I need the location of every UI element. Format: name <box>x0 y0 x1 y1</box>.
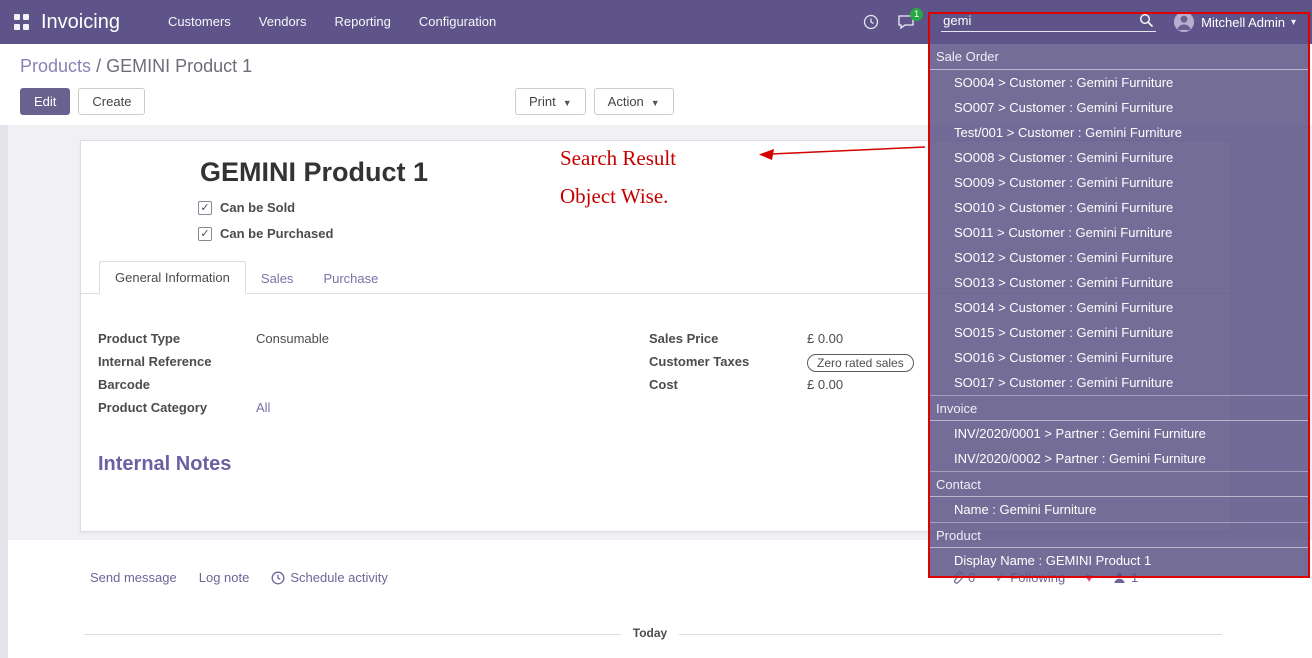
field-label: Sales Price <box>649 331 807 346</box>
chevron-down-icon: ▾ <box>1291 17 1296 28</box>
field-label: Product Category <box>98 400 256 415</box>
tab-purchase[interactable]: Purchase <box>308 263 393 294</box>
send-message-button[interactable]: Send message <box>90 570 177 585</box>
field-label: Internal Reference <box>98 354 256 369</box>
left-scrollbar-track[interactable] <box>0 125 8 658</box>
can-be-sold-checkbox[interactable]: ✓ Can be Sold <box>198 200 295 215</box>
tab-general-information[interactable]: General Information <box>99 261 246 294</box>
checkbox-label: Can be Sold <box>220 200 295 215</box>
search-result-item[interactable]: SO004 > Customer : Gemini Furniture <box>930 70 1308 95</box>
field-internal-reference: Internal Reference <box>98 354 518 372</box>
annotation-text-line1: Search Result <box>560 146 676 171</box>
menu-vendors[interactable]: Vendors <box>245 0 321 44</box>
app-name[interactable]: Invoicing <box>41 11 120 34</box>
breadcrumb-separator: / <box>96 56 106 76</box>
fields-left-column: Product Type Consumable Internal Referen… <box>98 331 518 423</box>
date-divider-label: Today <box>621 626 679 640</box>
search-result-item[interactable]: SO016 > Customer : Gemini Furniture <box>930 345 1308 370</box>
checkbox-label: Can be Purchased <box>220 226 333 241</box>
breadcrumb: Products / GEMINI Product 1 <box>20 56 252 77</box>
search-result-item[interactable]: SO007 > Customer : Gemini Furniture <box>930 95 1308 120</box>
search-result-item[interactable]: SO017 > Customer : Gemini Furniture <box>930 370 1308 395</box>
search-result-item[interactable]: SO011 > Customer : Gemini Furniture <box>930 220 1308 245</box>
record-buttons: Edit Create <box>20 88 145 115</box>
search-result-item[interactable]: SO010 > Customer : Gemini Furniture <box>930 195 1308 220</box>
field-product-type: Product Type Consumable <box>98 331 518 349</box>
annotation-text-line2: Object Wise. <box>560 184 668 209</box>
search-result-item[interactable]: Display Name : GEMINI Product 1 <box>930 548 1308 573</box>
internal-notes-heading: Internal Notes <box>98 453 231 476</box>
breadcrumb-current: GEMINI Product 1 <box>106 56 252 76</box>
field-barcode: Barcode <box>98 377 518 395</box>
activities-clock-icon[interactable] <box>863 14 879 30</box>
action-dropdown-button[interactable]: Action▼ <box>594 88 674 115</box>
print-dropdown-button[interactable]: Print▼ <box>515 88 586 115</box>
schedule-activity-button[interactable]: Schedule activity <box>271 570 388 585</box>
field-product-category: Product Category All <box>98 400 518 418</box>
breadcrumb-products-link[interactable]: Products <box>20 56 91 76</box>
search-result-group-header: Invoice <box>930 395 1308 421</box>
action-buttons: Print▼ Action▼ <box>515 88 674 115</box>
log-note-button[interactable]: Log note <box>199 570 250 585</box>
search-result-item[interactable]: SO008 > Customer : Gemini Furniture <box>930 145 1308 170</box>
field-value: £ 0.00 <box>807 331 843 346</box>
customer-taxes-tag: Zero rated sales <box>807 354 914 372</box>
messages-icon[interactable]: 1 <box>897 14 915 30</box>
field-label: Customer Taxes <box>649 354 807 369</box>
search-result-item[interactable]: SO009 > Customer : Gemini Furniture <box>930 170 1308 195</box>
search-result-group-header: Product <box>930 522 1308 548</box>
chevron-down-icon: ▼ <box>563 98 572 108</box>
create-button[interactable]: Create <box>78 88 145 115</box>
menu-configuration[interactable]: Configuration <box>405 0 510 44</box>
search-result-group-header: Contact <box>930 471 1308 497</box>
product-title: GEMINI Product 1 <box>200 157 428 188</box>
search-result-item[interactable]: SO014 > Customer : Gemini Furniture <box>930 295 1308 320</box>
search-result-group-header: Sale Order <box>930 44 1308 70</box>
chevron-down-icon: ▼ <box>651 98 660 108</box>
menu-reporting[interactable]: Reporting <box>321 0 405 44</box>
checkbox-check-icon: ✓ <box>198 227 212 241</box>
messages-badge: 1 <box>910 8 923 21</box>
field-label: Product Type <box>98 331 256 346</box>
tab-sales[interactable]: Sales <box>246 263 309 294</box>
field-value: £ 0.00 <box>807 377 843 392</box>
product-category-link[interactable]: All <box>256 400 270 415</box>
apps-grid-icon[interactable] <box>14 14 30 30</box>
search-result-item[interactable]: INV/2020/0002 > Partner : Gemini Furnitu… <box>930 446 1308 471</box>
field-label: Barcode <box>98 377 256 392</box>
can-be-purchased-checkbox[interactable]: ✓ Can be Purchased <box>198 226 333 241</box>
chatter-actions: Send message Log note Schedule activity <box>90 570 388 585</box>
menu-customers[interactable]: Customers <box>154 0 245 44</box>
navbar-menus: Customers Vendors Reporting Configuratio… <box>154 0 510 44</box>
search-result-item[interactable]: SO015 > Customer : Gemini Furniture <box>930 320 1308 345</box>
search-result-item[interactable]: SO012 > Customer : Gemini Furniture <box>930 245 1308 270</box>
user-avatar <box>1174 12 1194 32</box>
magnifier-icon[interactable] <box>1139 13 1154 28</box>
search-result-item[interactable]: SO013 > Customer : Gemini Furniture <box>930 270 1308 295</box>
search-result-item[interactable]: Test/001 > Customer : Gemini Furniture <box>930 120 1308 145</box>
top-navbar: Invoicing Customers Vendors Reporting Co… <box>0 0 1312 44</box>
search-results-dropdown: Sale OrderSO004 > Customer : Gemini Furn… <box>930 44 1308 578</box>
search-result-item[interactable]: INV/2020/0001 > Partner : Gemini Furnitu… <box>930 421 1308 446</box>
field-value: Consumable <box>256 331 329 346</box>
navbar-search <box>941 13 1156 32</box>
user-name: Mitchell Admin <box>1201 15 1285 30</box>
search-result-item[interactable]: Name : Gemini Furniture <box>930 497 1308 522</box>
search-input[interactable] <box>943 13 1123 28</box>
field-label: Cost <box>649 377 807 392</box>
edit-button[interactable]: Edit <box>20 88 70 115</box>
checkbox-check-icon: ✓ <box>198 201 212 215</box>
annotation-arrow <box>757 140 929 164</box>
user-menu[interactable]: Mitchell Admin ▾ <box>1174 12 1296 32</box>
clock-icon <box>271 571 285 585</box>
